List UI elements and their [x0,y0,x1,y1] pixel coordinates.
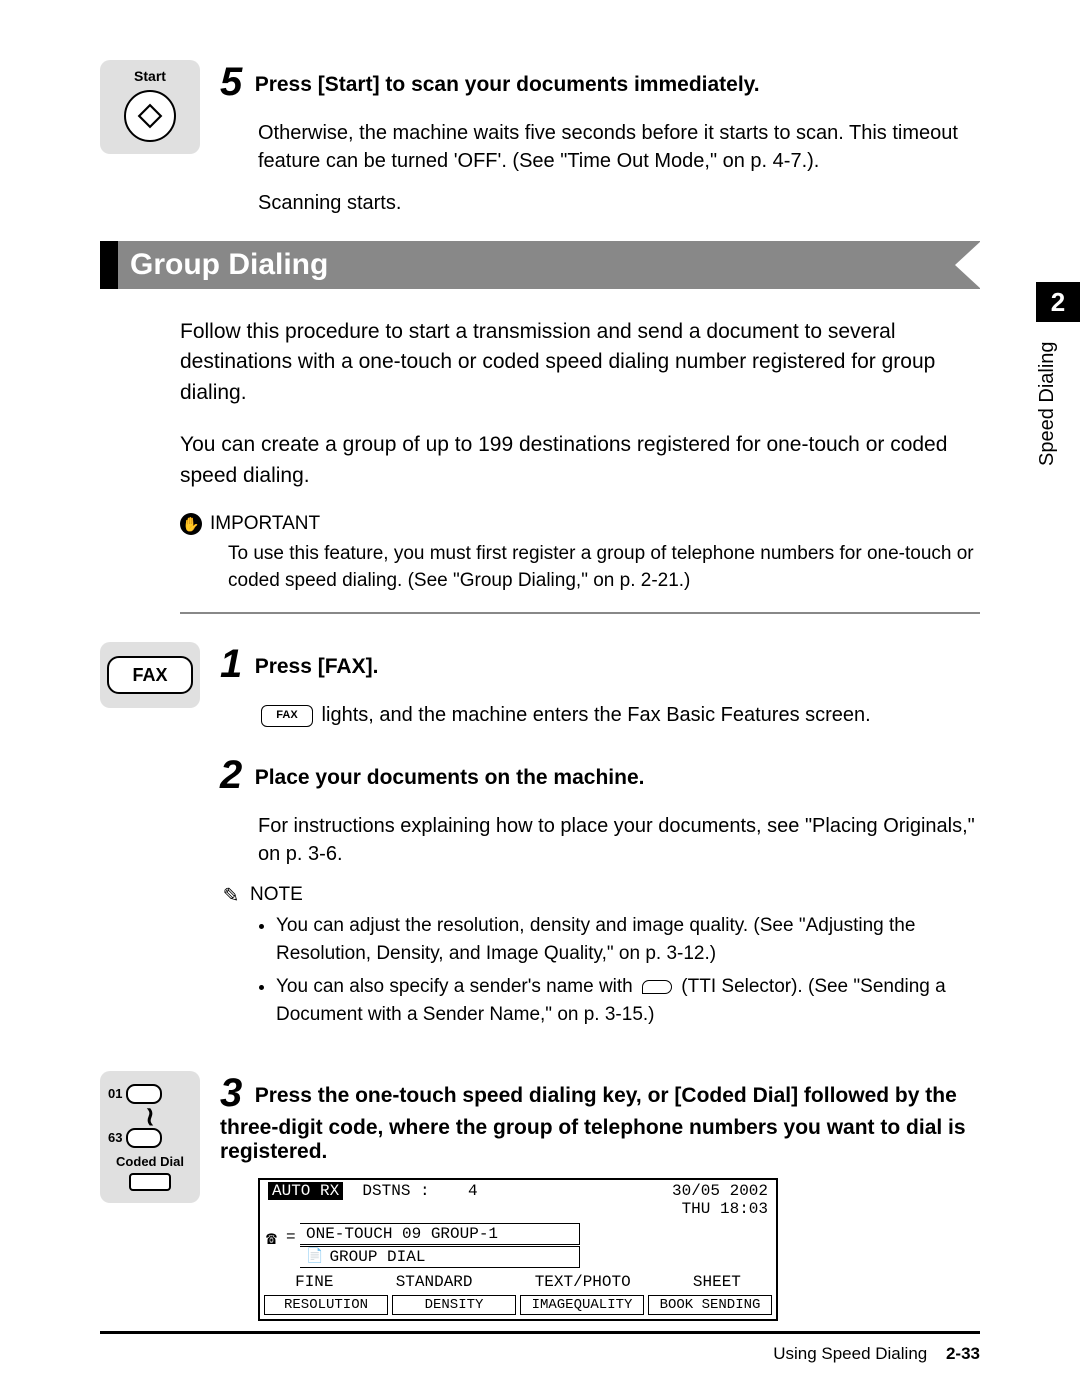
step-3: 01 ≀ 63 Coded Dial 3 Press the one-touch… [100,1071,980,1321]
lcd-display: AUTO RX DSTNS : 4 30/05 2002THU 18:03 ☎ … [258,1178,778,1321]
step-5-para-2: Scanning starts. [258,189,980,217]
footer-section: Using Speed Dialing [773,1344,927,1363]
step-1: FAX 1 Press [FAX]. FAX lights, and the m… [100,642,980,729]
page-footer: Using Speed Dialing 2-33 [100,1331,980,1364]
lcd-date: 30/05 2002 [672,1182,768,1200]
chapter-side-tab: 2 Speed Dialing [1036,282,1080,474]
fax-key-illustration: FAX [100,642,200,708]
dial-keys-illustration: 01 ≀ 63 Coded Dial [100,1071,200,1203]
step-1-number: 1 [220,642,242,687]
key-01-label: 01 [108,1086,122,1101]
lcd-line-1: ONE-TOUCH 09 GROUP-1 [300,1223,580,1245]
step-3-number: 3 [220,1071,242,1116]
step-1-text-span: lights, and the machine enters the Fax B… [316,704,871,726]
note-callout: ✎ NOTE You can adjust the resolution, de… [220,884,980,1028]
note-bullet-2-pre: You can also specify a sender's name wit… [276,976,638,997]
note-icon: ✎ [220,884,242,906]
one-touch-key-icon-2 [126,1128,162,1148]
tti-selector-icon [642,980,672,994]
step-5-title: Press [Start] to scan your documents imm… [255,73,760,96]
phone-icon: ☎ [266,1228,277,1250]
intro-para-2: You can create a group of up to 199 dest… [180,430,980,491]
lcd-line-2: 📄 GROUP DIAL [300,1246,580,1268]
lcd-setting-standard: STANDARD [396,1273,473,1291]
lcd-btn-resolution: RESOLUTION [264,1295,388,1315]
intro-para-1: Follow this procedure to start a transmi… [180,317,980,408]
note-bullet-1: You can adjust the resolution, density a… [276,912,980,967]
step-3-title: Press the one-touch speed dialing key, o… [220,1084,966,1163]
start-key-label: Start [106,68,194,84]
lcd-auto-rx: AUTO RX [268,1182,343,1200]
step-1-title: Press [FAX]. [255,655,379,678]
note-label: NOTE [250,884,303,906]
note-bullet-2: You can also specify a sender's name wit… [276,973,980,1028]
coded-dial-key-icon [129,1173,171,1191]
section-arrow-icon [955,241,981,289]
step-1-text: FAX lights, and the machine enters the F… [258,701,980,729]
section-heading-bar: Group Dialing [100,241,980,289]
lcd-dstns-count: 4 [468,1182,478,1200]
lcd-setting-fine: FINE [295,1273,333,1291]
lcd-setting-sheet: SHEET [693,1273,741,1291]
important-callout: ✋ IMPORTANT To use this feature, you mus… [180,513,980,594]
separator [180,612,980,614]
important-icon: ✋ [180,513,202,535]
start-key-illustration: Start [100,60,200,154]
lcd-dstns-label: DSTNS : [362,1182,429,1200]
footer-page-number: 2-33 [946,1344,980,1363]
chapter-number-box: 2 [1036,282,1080,322]
coded-dial-label: Coded Dial [106,1154,194,1169]
lcd-time: THU 18:03 [682,1200,768,1218]
section-title: Group Dialing [130,248,328,282]
fax-key-inline-icon: FAX [261,705,313,727]
lcd-btn-density: DENSITY [392,1295,516,1315]
step-2-title: Place your documents on the machine. [255,766,645,789]
chapter-label: Speed Dialing [1036,334,1059,474]
start-key-icon [124,90,176,142]
important-label: IMPORTANT [210,513,320,535]
lcd-line-2-text: GROUP DIAL [329,1248,425,1266]
doc-icon: 📄 [306,1248,323,1265]
step-2-number: 2 [220,753,242,798]
step-5-para-1: Otherwise, the machine waits five second… [258,119,980,175]
step-2-text: For instructions explaining how to place… [258,812,980,868]
section-accent [100,241,118,289]
tilde-icon: ≀ [106,1107,194,1125]
step-5-number: 5 [220,60,242,105]
equals-icon: = [286,1228,296,1246]
important-text: To use this feature, you must first regi… [228,541,980,594]
fax-key-label: FAX [107,656,193,694]
step-5: Start 5 Press [Start] to scan your docum… [100,60,980,217]
key-63-label: 63 [108,1130,122,1145]
step-2: 2 Place your documents on the machine. F… [100,753,980,1046]
lcd-btn-booksending: BOOK SENDING [648,1295,772,1315]
lcd-btn-imagequality: IMAGEQUALITY [520,1295,644,1315]
lcd-setting-textphoto: TEXT/PHOTO [535,1273,631,1291]
